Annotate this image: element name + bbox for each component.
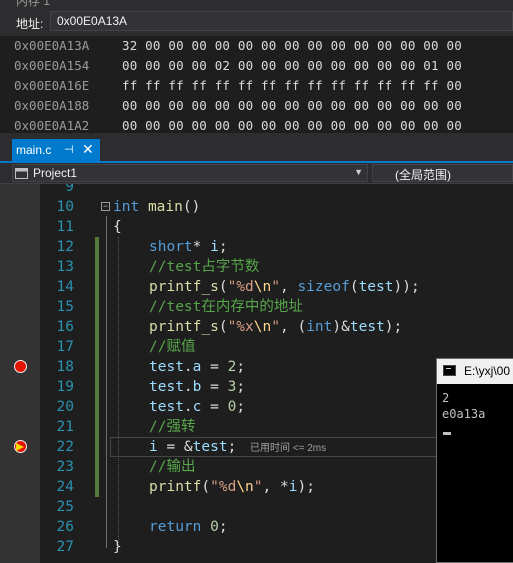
tab-main-c[interactable]: main.c ⊣ ✕: [12, 139, 100, 161]
code-text: printf_s("%x\n", (int)&test);: [149, 319, 403, 335]
code-comment: //赋值: [149, 339, 196, 355]
code-text: }: [113, 539, 122, 555]
memory-row: 0x00E0A154 00 00 00 00 02 00 00 00 00 00 …: [0, 56, 513, 76]
close-icon[interactable]: ✕: [82, 141, 94, 158]
line-number: 27: [56, 539, 74, 555]
memory-row: 0x00E0A13A 32 00 00 00 00 00 00 00 00 00 …: [0, 36, 513, 56]
memory-rows: 0x00E0A13A 32 00 00 00 00 00 00 00 00 00 …: [0, 36, 513, 136]
project-dropdown[interactable]: Project1 ▼: [12, 164, 368, 182]
code-text: {: [113, 219, 122, 235]
line-number: 13: [56, 259, 74, 275]
memory-bytes: 00 00 00 00 02 00 00 00 00 00 00 00 00 0…: [122, 58, 462, 73]
line-number: 18: [56, 359, 74, 375]
memory-row: 0x00E0A16E ff ff ff ff ff ff ff ff ff ff …: [0, 76, 513, 96]
line-number: 25: [56, 499, 74, 515]
code-text: return 0;: [149, 519, 228, 535]
code-text: short* i;: [149, 239, 228, 255]
code-line: 13 //test占字节数: [0, 257, 513, 277]
code-text: int main(): [113, 199, 201, 215]
console-line: 2: [442, 391, 450, 405]
console-line: e0a13a: [442, 407, 486, 421]
code-line: 12 short* i;: [0, 237, 513, 257]
code-text: i = &test;: [149, 439, 237, 455]
line-number: 23: [56, 459, 74, 475]
line-number: 11: [56, 219, 74, 235]
code-line: 14 printf_s("%d\n", sizeof(test));: [0, 277, 513, 297]
memory-address: 0x00E0A16E: [14, 78, 90, 93]
code-comment: //test占字节数: [149, 259, 260, 275]
tab-label: main.c: [16, 143, 52, 157]
perf-tip[interactable]: 已用时间 <= 2ms: [250, 439, 326, 454]
code-line: 16 printf_s("%x\n", (int)&test);: [0, 317, 513, 337]
code-text: test.b = 3;: [149, 379, 246, 395]
code-comment: //test在内存中的地址: [149, 299, 303, 315]
line-number: 17: [56, 339, 74, 355]
code-line: 15 //test在内存中的地址: [0, 297, 513, 317]
line-number: 10: [56, 199, 74, 215]
document-tab-strip: main.c ⊣ ✕: [0, 133, 513, 163]
memory-address: 0x00E0A154: [14, 58, 90, 73]
line-number: 16: [56, 319, 74, 335]
line-number: 26: [56, 519, 74, 535]
code-line: 11 {: [0, 217, 513, 237]
code-text: printf_s("%d\n", sizeof(test));: [149, 279, 420, 295]
address-label: 地址:: [16, 17, 44, 31]
line-number: 20: [56, 399, 74, 415]
console-title-bar[interactable]: E:\yxj\00: [437, 359, 513, 384]
code-line: 10 int main(): [0, 197, 513, 217]
line-number: 9: [65, 184, 74, 195]
memory-title-text: 内存 1: [16, 0, 51, 8]
console-output: 2 e0a13a: [442, 390, 485, 422]
code-line: 17 //赋值: [0, 337, 513, 357]
code-text: printf("%d\n", *i);: [149, 479, 315, 495]
line-number: 24: [56, 479, 74, 495]
address-input[interactable]: [50, 11, 513, 31]
line-number: 21: [56, 419, 74, 435]
console-cursor: [443, 432, 451, 435]
navigation-bar: Project1 ▼ (全局范围): [0, 163, 513, 184]
project-icon: [15, 168, 28, 179]
chevron-down-icon: ▼: [354, 167, 363, 177]
line-number: 15: [56, 299, 74, 315]
memory-bytes: 00 00 00 00 00 00 00 00 00 00 00 00 00 0…: [122, 98, 462, 113]
console-window[interactable]: E:\yxj\00 2 e0a13a: [436, 358, 513, 563]
code-text: test.a = 2;: [149, 359, 246, 375]
code-line: 9: [0, 184, 513, 197]
memory-window-title: 内存 1: [0, 0, 513, 8]
scope-dropdown[interactable]: (全局范围): [372, 164, 513, 182]
project-label: Project1: [33, 166, 78, 180]
memory-bytes: ff ff ff ff ff ff ff ff ff ff ff ff ff f…: [122, 78, 462, 93]
line-number: 22: [56, 439, 74, 455]
memory-address: 0x00E0A13A: [14, 38, 90, 53]
scope-label: (全局范围): [395, 168, 451, 182]
console-icon: [443, 365, 456, 376]
pin-icon[interactable]: ⊣: [64, 143, 74, 156]
console-title: E:\yxj\00: [464, 364, 511, 378]
line-number: 19: [56, 379, 74, 395]
line-number: 12: [56, 239, 74, 255]
code-comment: //强转: [149, 419, 196, 435]
memory-address: 0x00E0A188: [14, 98, 90, 113]
code-comment: //输出: [149, 459, 196, 475]
line-number: 14: [56, 279, 74, 295]
address-bar: 地址:: [0, 8, 513, 36]
memory-window: 内存 1 地址: 0x00E0A13A 32 00 00 00 00 00 00 …: [0, 0, 513, 133]
memory-row: 0x00E0A188 00 00 00 00 00 00 00 00 00 00 …: [0, 96, 513, 116]
memory-bytes: 32 00 00 00 00 00 00 00 00 00 00 00 00 0…: [122, 38, 462, 53]
code-text: test.c = 0;: [149, 399, 246, 415]
